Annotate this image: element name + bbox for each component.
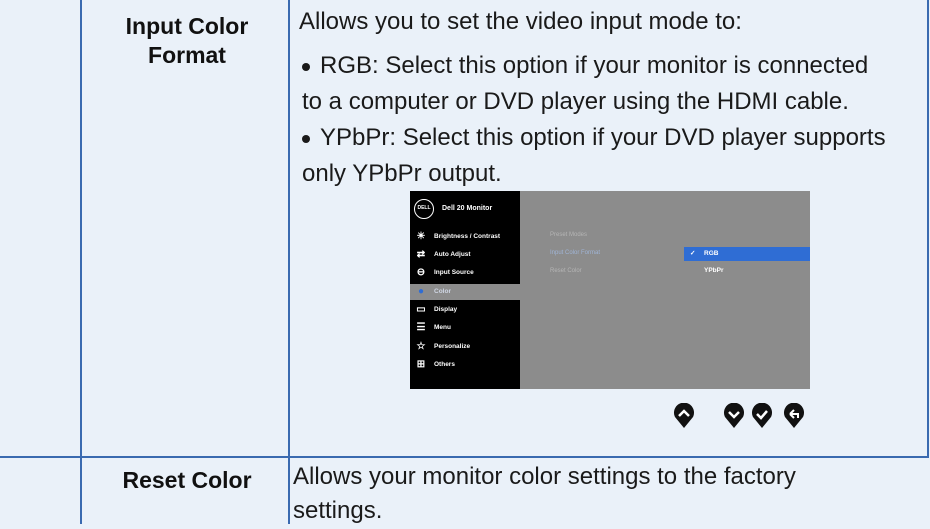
osd-menu-screenshot: DELL Dell 20 Monitor ☀ Brightness / Cont… <box>410 191 810 389</box>
table-border-middle <box>288 0 290 524</box>
row-description-reset-color-line1: Allows your monitor color settings to th… <box>293 463 796 490</box>
osd-item-brightness-contrast[interactable]: ☀ Brightness / Contrast <box>410 229 520 245</box>
back-button-icon <box>783 402 805 429</box>
bullet-ypbpr-line2: only YPbPr output. <box>302 160 502 187</box>
osd-option-rgb[interactable]: ✓ RGB <box>684 247 810 261</box>
osd-item-menu[interactable]: ☰ Menu <box>410 320 520 336</box>
osd-submenu-preset-modes[interactable]: Preset Modes <box>550 232 587 238</box>
down-button-icon <box>723 402 745 429</box>
up-button-icon <box>673 402 695 429</box>
bullet-dot <box>302 135 310 143</box>
osd-submenu-input-color-format[interactable]: Input Color Format <box>550 250 600 256</box>
ok-button-icon <box>751 402 773 429</box>
osd-item-color[interactable]: ● Color <box>410 284 520 300</box>
osd-item-auto-adjust[interactable]: ⇄ Auto Adjust <box>410 247 520 263</box>
input-source-icon: ⊖ <box>416 267 426 278</box>
auto-adjust-icon: ⇄ <box>416 249 426 260</box>
osd-submenu-reset-color[interactable]: Reset Color <box>550 268 582 274</box>
dell-logo: DELL <box>414 199 434 219</box>
osd-item-display[interactable]: ▭ Display <box>410 302 520 318</box>
bullet-dot <box>302 63 310 71</box>
menu-icon: ☰ <box>416 322 426 333</box>
brightness-icon: ☀ <box>416 231 426 242</box>
row-label-input-color-format: Input Color Format <box>125 13 249 68</box>
row-description-intro: Allows you to set the video input mode t… <box>299 8 742 35</box>
table-border-right <box>927 0 929 458</box>
table-row-divider <box>0 456 929 458</box>
bullet-rgb-line1: RGB: Select this option if your monitor … <box>320 52 869 79</box>
display-icon: ▭ <box>416 304 426 315</box>
osd-item-input-source[interactable]: ⊖ Input Source <box>410 265 520 281</box>
osd-item-others[interactable]: ⊞ Others <box>410 357 520 373</box>
personalize-icon: ☆ <box>416 341 426 352</box>
checkmark-icon: ✓ <box>690 250 696 257</box>
table-border-left <box>80 0 82 524</box>
osd-main-menu: DELL Dell 20 Monitor ☀ Brightness / Cont… <box>410 191 520 389</box>
others-icon: ⊞ <box>416 359 426 370</box>
bullet-ypbpr-line1: YPbPr: Select this option if your DVD pl… <box>320 124 886 151</box>
bullet-rgb-line2: to a computer or DVD player using the HD… <box>302 88 849 115</box>
osd-item-personalize[interactable]: ☆ Personalize <box>410 339 520 355</box>
osd-option-ypbpr[interactable]: YPbPr <box>684 264 810 278</box>
row-label-reset-color: Reset Color <box>122 467 252 493</box>
color-icon: ● <box>417 286 425 297</box>
osd-title: Dell 20 Monitor <box>442 205 493 212</box>
